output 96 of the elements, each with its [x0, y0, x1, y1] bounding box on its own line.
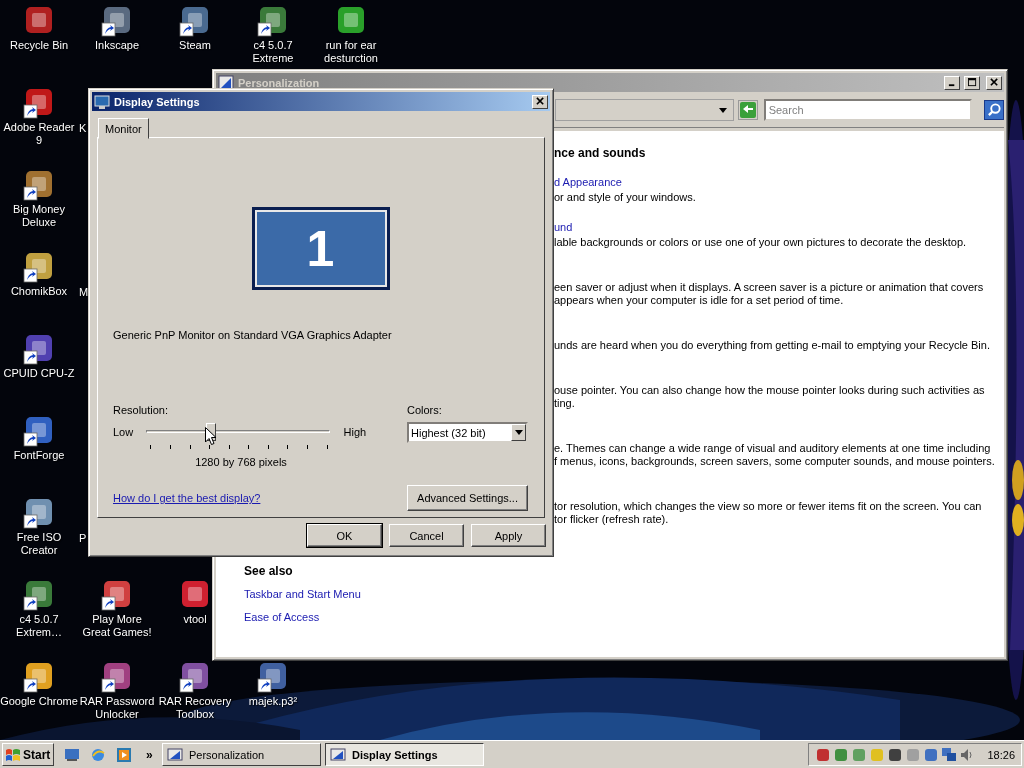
see-also-link[interactable]: Ease of Access [244, 611, 320, 623]
high-label: High [342, 425, 368, 439]
icon-label[interactable]: run for ear desturction [312, 39, 390, 65]
window-title: Personalization [238, 76, 320, 89]
tray-icon[interactable] [923, 746, 940, 763]
caret-icon [718, 107, 727, 113]
icon-label[interactable]: vtool [183, 613, 207, 626]
refresh-button[interactable] [737, 99, 758, 120]
icon-label[interactable]: Big Money Deluxe [0, 203, 78, 229]
icon-label[interactable]: Google Chrome [0, 695, 78, 708]
window-icon [167, 746, 183, 763]
maximize-button[interactable] [964, 75, 980, 90]
close-icon [535, 97, 545, 106]
close-button[interactable] [986, 75, 1002, 90]
close-button[interactable] [532, 94, 548, 109]
app-icon[interactable] [23, 661, 55, 693]
icon-label[interactable]: Inkscape [95, 39, 139, 52]
see-also-link[interactable]: Taskbar and Start Menu [244, 588, 361, 600]
description-text: e. Themes can change a wide range of visual and auditory elements at one time including f menus, icons, backgrounds, screen savers, some computer sounds, and mouse pointers. [554, 442, 996, 468]
resolution-reading: 1280 by 768 pixels [194, 455, 288, 469]
minimize-button[interactable] [944, 75, 960, 90]
app-icon[interactable] [179, 661, 211, 693]
description-text: lable backgrounds or colors or use one of your own pictures to decorate the desktop. [554, 236, 968, 249]
app-icon[interactable] [179, 5, 211, 37]
search-button[interactable] [984, 99, 1004, 120]
settings-link[interactable]: und [554, 221, 573, 233]
close-icon [989, 78, 999, 87]
app-icon[interactable] [257, 661, 289, 693]
icon-label[interactable]: c4 5.0.7 Extrem… [0, 613, 78, 639]
app-icon[interactable] [23, 415, 55, 447]
app-icon[interactable] [101, 5, 133, 37]
advanced-settings-button[interactable]: Advanced Settings... [407, 485, 528, 511]
dialog-button[interactable]: OK [307, 524, 382, 547]
cursor-icon [205, 427, 218, 446]
icon-label[interactable]: ChomikBox [10, 285, 68, 298]
icon-label[interactable]: CPUID CPU-Z [3, 367, 75, 380]
media-player-icon[interactable] [116, 746, 132, 763]
window-icon [330, 746, 346, 763]
window-title: Display Settings [114, 95, 200, 108]
chevron-button[interactable]: » [146, 747, 158, 762]
search-field[interactable]: Search [763, 98, 973, 121]
caret-icon [514, 430, 523, 435]
icon-label[interactable]: Play More Great Games! [78, 613, 156, 639]
app-icon[interactable] [23, 169, 55, 201]
network-icon[interactable] [941, 746, 958, 763]
app-icon[interactable] [23, 333, 55, 365]
taskbar-button[interactable]: Personalization [162, 743, 321, 766]
icon-label[interactable]: majek.p3² [248, 695, 298, 708]
colors-dropdown[interactable]: Highest (32 bit) [407, 422, 528, 443]
taskbar-button[interactable]: Display Settings [325, 743, 484, 766]
address-field[interactable] [555, 98, 734, 121]
search-icon [986, 102, 1002, 117]
section-heading: nce and sounds [554, 146, 647, 160]
monitor-tile[interactable]: 1 [251, 207, 390, 290]
app-icon[interactable] [23, 87, 55, 119]
desktop-icon[interactable] [64, 746, 80, 763]
description-text: tor resolution, which changes the view so more or fewer items fit on the screen. You can tor flicker (refresh rate). [554, 500, 983, 526]
colors-label: Colors: [407, 403, 443, 417]
dialog-button[interactable]: Apply [471, 524, 546, 547]
app-icon[interactable] [101, 579, 133, 611]
icon-label[interactable]: RAR Recovery Toolbox [156, 695, 234, 721]
icon-label: M [79, 286, 89, 299]
dialog-button[interactable]: Cancel [389, 524, 464, 547]
monitor-name: Generic PnP Monitor on Standard VGA Graphics Adapter [113, 328, 393, 342]
description-text: een saver or adjust when it displays. A screen saver is a picture or animation that covers appears when your computer is idle for a set period of time. [554, 281, 985, 307]
tray-icon[interactable] [815, 746, 832, 763]
resolution-label: Resolution: [113, 403, 170, 417]
icon-label: K [79, 122, 87, 135]
description-text: ouse pointer. You can also change how the mouse pointer looks during such activities as ting. [554, 384, 986, 410]
icon-label[interactable]: Adobe Reader 9 [0, 121, 78, 147]
tray-icon[interactable] [887, 746, 904, 763]
window-icon [218, 74, 234, 91]
settings-link[interactable]: d Appearance [554, 176, 622, 188]
tab[interactable]: Monitor [98, 118, 149, 139]
help-link[interactable]: How do I get the best display? [113, 492, 261, 504]
app-icon[interactable] [23, 251, 55, 283]
icon-label[interactable]: Recycle Bin [9, 39, 69, 52]
maximize-icon [967, 78, 977, 87]
start-button[interactable]: Start [2, 743, 54, 766]
app-icon[interactable] [23, 579, 55, 611]
description-text: unds are heard when you do everything from getting e-mail to emptying your Recycle Bin. [554, 339, 991, 352]
icon-label[interactable]: RAR Password Unlocker [78, 695, 156, 721]
icon-label[interactable]: Steam [179, 39, 211, 52]
icon-label: P [79, 532, 87, 545]
icon-label[interactable]: c4 5.0.7 Extreme [234, 39, 312, 65]
app-icon[interactable] [101, 661, 133, 693]
low-label: Low [113, 425, 135, 439]
icon-label[interactable]: FontForge [13, 449, 65, 462]
icon-label[interactable]: Free ISO Creator [0, 531, 78, 557]
see-also-heading: See also [244, 563, 294, 579]
description-text: or and style of your windows. [554, 191, 697, 204]
app-icon[interactable] [23, 497, 55, 529]
app-icon[interactable] [257, 5, 289, 37]
monitor-icon [94, 93, 110, 110]
clock: 18:26 [987, 748, 1015, 761]
windows-logo-icon [5, 746, 21, 763]
